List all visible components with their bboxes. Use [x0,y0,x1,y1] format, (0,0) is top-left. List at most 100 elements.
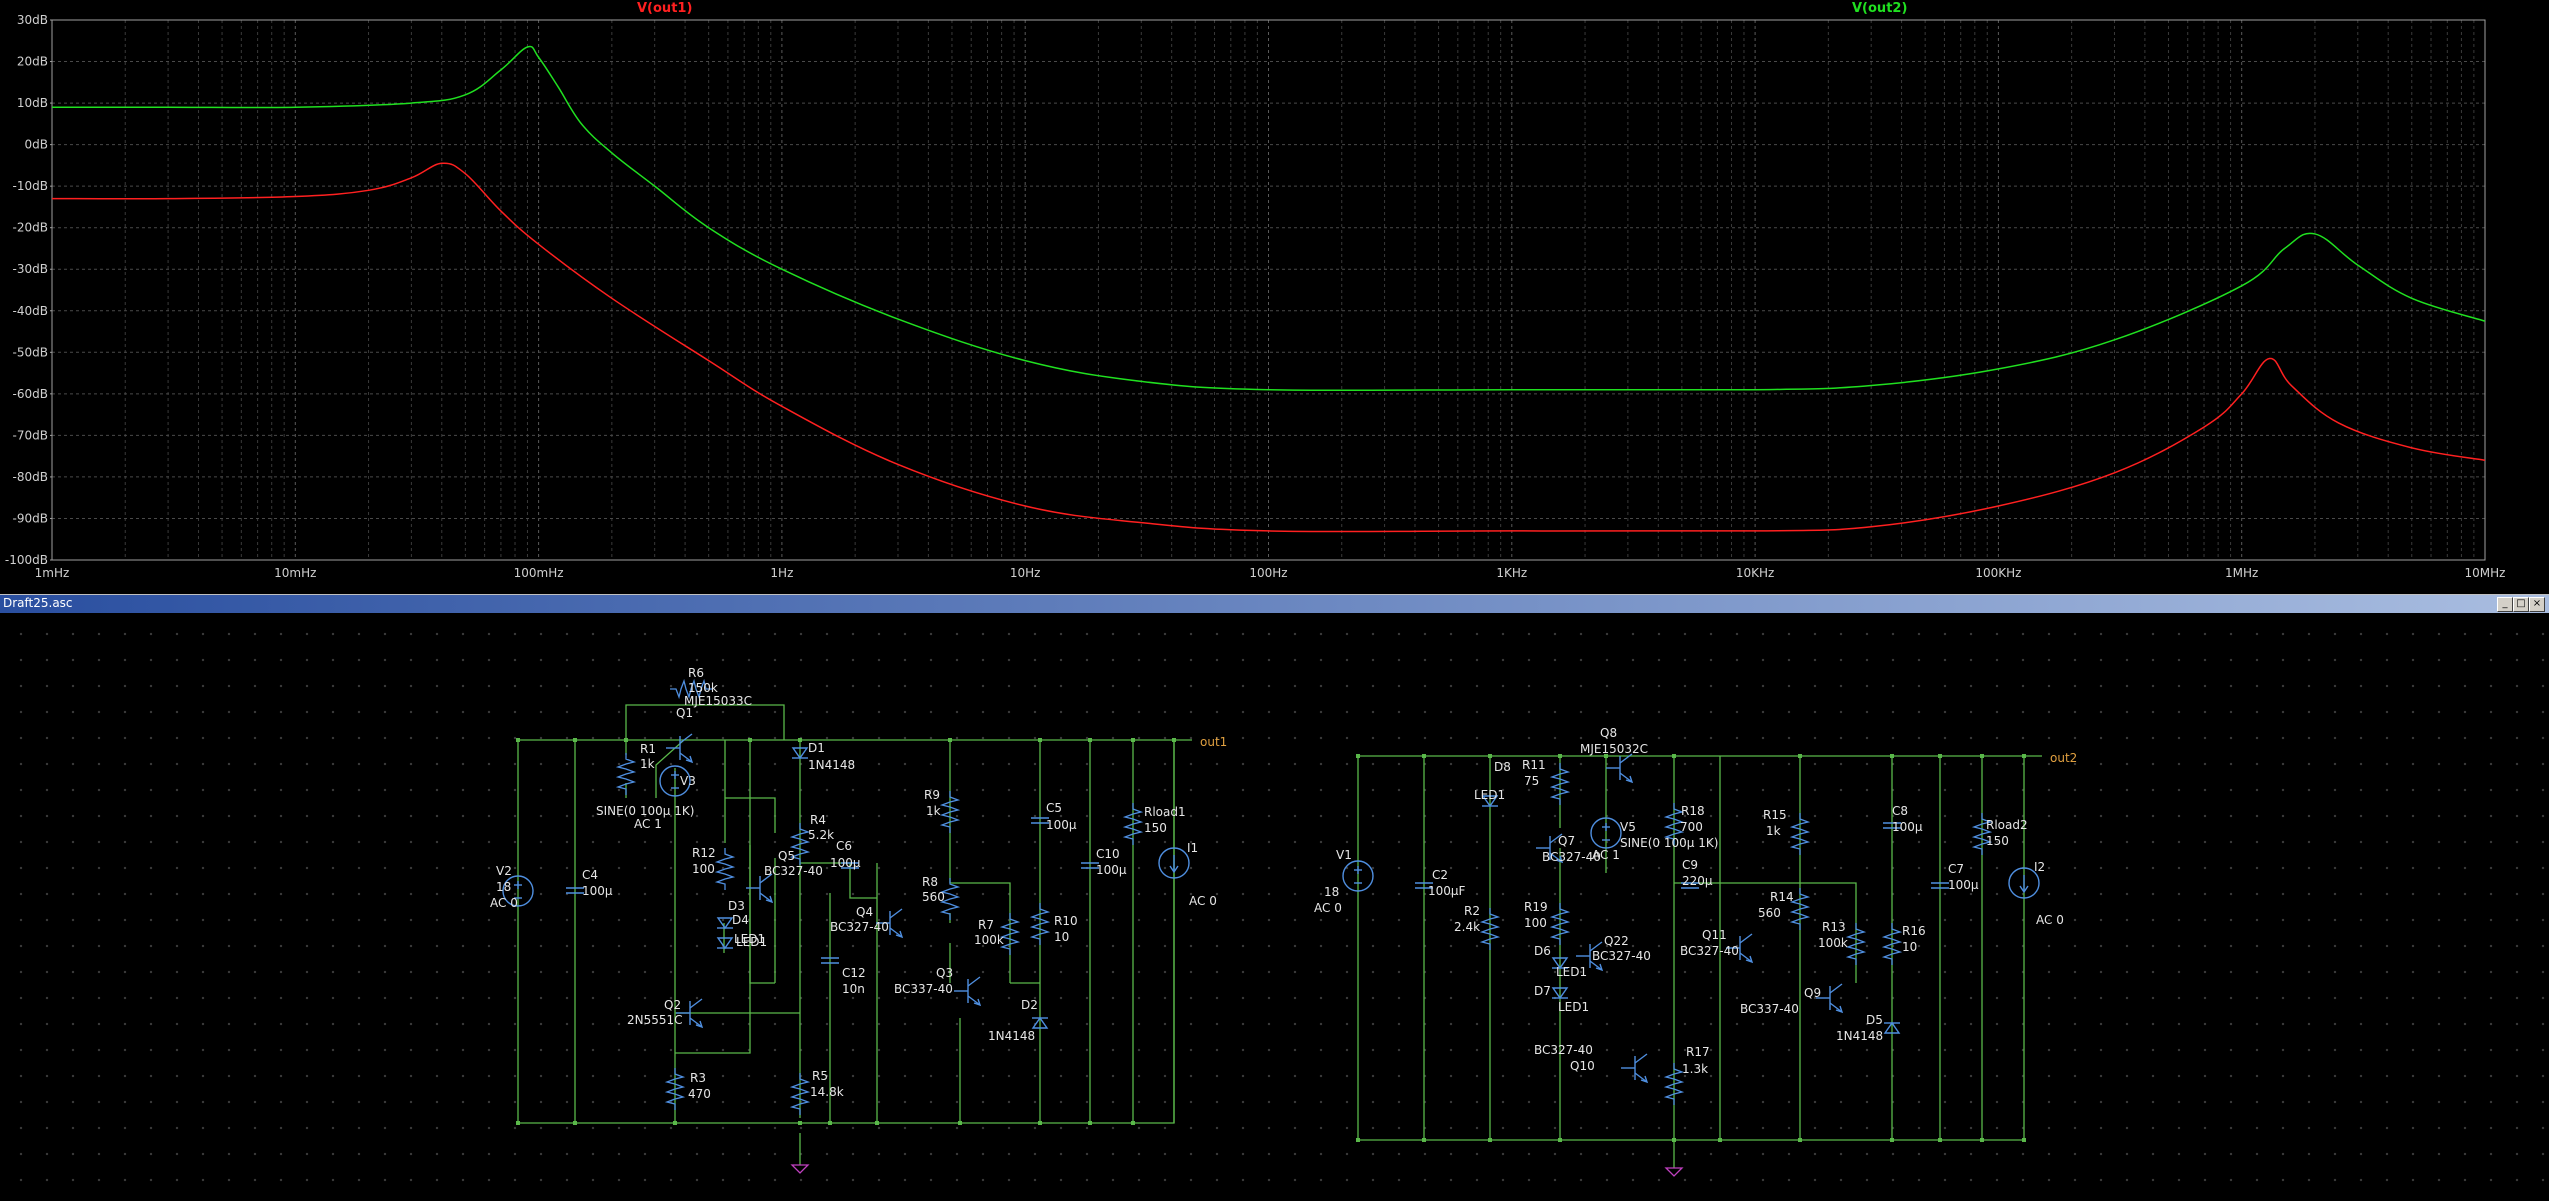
y-tick-label: -70dB [13,428,48,442]
component-label: 150k [688,681,718,695]
component-label: R13 [1822,920,1846,934]
component-label: SINE(0 100µ 1K) [596,804,694,818]
component-label: Q3 [936,966,953,980]
component-label: R4 [810,813,826,827]
component-label: 100µ [1892,820,1923,834]
component-label: AC 0 [2036,913,2064,927]
component-label: BC337-40 [894,982,953,996]
wire-junction [1558,1138,1562,1142]
close-button[interactable]: × [2529,597,2545,612]
component-label: BC337-40 [1740,1002,1799,1016]
wire-junction [1558,754,1562,758]
x-tick-label: 100mHz [514,566,564,580]
wire-junction [624,738,628,742]
component-label: 100µ [1948,878,1979,892]
resistor-r1 [615,753,637,795]
component-label: LED1 [1474,788,1505,802]
component-label: Q11 [1702,928,1727,942]
component-label: 100k [1818,936,1848,950]
component-label: C2 [1432,868,1448,882]
component-label: D6 [1534,944,1551,958]
y-axis-ticks: 30dB 20dB 10dB 0dB -10dB -20dB -30dB -40dB -50dB… [5,13,52,567]
component-label: 470 [688,1087,711,1101]
y-tick-label: 20dB [17,55,48,69]
component-label: 150 [1144,821,1167,835]
component-label: Q5 [778,849,795,863]
wire-junction [1172,738,1176,742]
component-label: R11 [1522,758,1546,772]
schematic-canvas[interactable]: R6 150k MJE15033C Q1 R1 1k V3 SINE(0 100µ 1K) AC… [0,613,2549,1201]
wire-junction [1488,754,1492,758]
wire-junction [948,738,952,742]
wire-junction [1980,754,1984,758]
wire-junction [1718,1138,1722,1142]
wire-junction [1672,1138,1676,1142]
wire-junction [1422,754,1426,758]
component-label: C4 [582,868,598,882]
component-label: 100µ [830,856,861,870]
component-label: Q7 [1558,834,1575,848]
component-label: 100µ [582,884,613,898]
component-label: R5 [812,1069,828,1083]
component-label: R10 [1054,914,1078,928]
component-label: AC 1 [1592,848,1620,862]
component-label: 10n [842,982,865,996]
circuit1-wires [517,704,1192,1165]
window-title: Draft25.asc [3,596,73,610]
component-label: Rload2 [1986,818,2028,832]
schematic-window[interactable]: Draft25.asc _ □ × R6 150k MJE15033C Q1 R… [0,594,2549,1201]
bode-plot[interactable]: 30dB 20dB 10dB 0dB -10dB -20dB -30dB -40dB -50dB… [0,0,2549,590]
component-label: AC 1 [634,817,662,831]
component-label: 100k [974,933,1004,947]
schematic-drawing[interactable]: R6150kMJE15033CQ1R11kV3SINE(0 100µ 1K)AC… [0,613,2549,1201]
trace-label-vout1[interactable]: V(out1) [637,1,692,16]
x-tick-label: 10mHz [274,566,316,580]
resistor-r17 [1663,1063,1685,1105]
component-label: D8 [1494,760,1511,774]
waveform-plot-pane[interactable]: 30dB 20dB 10dB 0dB -10dB -20dB -30dB -40dB -50dB… [0,0,2549,590]
component-label: Q9 [1804,986,1821,1000]
wire-junction [1890,754,1894,758]
component-label: R3 [690,1071,706,1085]
component-label: R6 [688,666,704,680]
trace-label-vout2[interactable]: V(out2) [1852,1,1907,16]
x-tick-label: 1mHz [35,566,70,580]
x-tick-label: 1MHz [2225,566,2258,580]
window-titlebar[interactable]: Draft25.asc _ □ × [0,594,2549,613]
y-tick-label: -40dB [13,304,48,318]
wire-junction [673,1121,677,1125]
component-label: V1 [1336,848,1352,862]
wire-junction [798,1121,802,1125]
y-tick-label: -90dB [13,511,48,525]
x-axis-ticks: 1mHz 10mHz 100mHz 1Hz 10Hz 100Hz 1KHz 10KHz 100K… [35,566,2506,580]
component-label: MJE15032C [1580,742,1648,756]
wire-junction [1798,754,1802,758]
component-label: I1 [1187,841,1198,855]
schematic-components [502,678,2040,1177]
resistor-r10 [1029,903,1051,945]
component-label: Q10 [1570,1059,1595,1073]
component-label: BC327-40 [764,864,823,878]
y-tick-label: -100dB [5,553,48,567]
y-tick-label: 10dB [17,96,48,110]
resistor-r16 [1881,923,1903,965]
x-tick-label: 1Hz [770,566,793,580]
component-label: C9 [1682,858,1698,872]
component-label: 100µF [1428,884,1466,898]
component-label: R1 [640,742,656,756]
wire-junction [1938,1138,1942,1142]
wire-junction [828,1121,832,1125]
component-label: R18 [1681,804,1705,818]
x-tick-label: 10Hz [1010,566,1041,580]
component-label: 560 [1758,906,1781,920]
component-label: R2 [1464,904,1480,918]
restore-button[interactable]: □ [2513,597,2529,612]
component-label: BC327-40 [1592,949,1651,963]
minimize-button[interactable]: _ [2497,597,2513,612]
component-label: 700 [1680,820,1703,834]
component-label: Q1 [676,706,693,720]
component-label: AC 0 [1189,894,1217,908]
component-label: D3 [728,899,745,913]
wire-junction [516,738,520,742]
component-label: 1k [640,757,655,771]
